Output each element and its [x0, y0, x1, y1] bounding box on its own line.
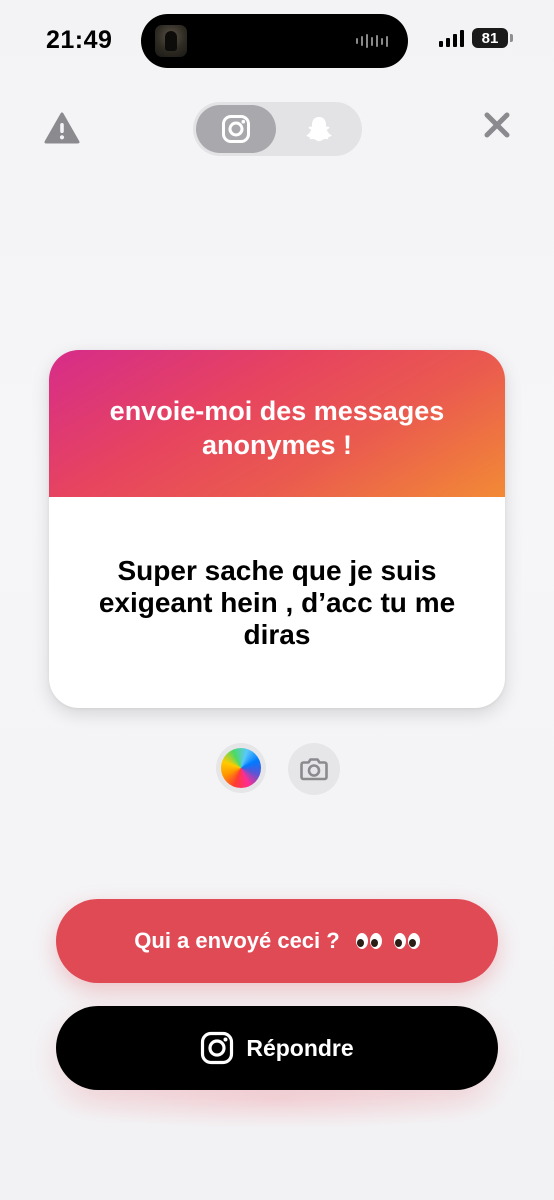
snapchat-ghost-icon: [306, 117, 332, 142]
card-prompt: envoie-moi des messages anonymes !: [109, 395, 445, 460]
camera-icon: [300, 758, 328, 781]
battery-indicator: 81: [472, 28, 513, 48]
toggle-snapchat[interactable]: [279, 105, 359, 153]
close-button[interactable]: [480, 108, 514, 142]
report-button[interactable]: [42, 108, 82, 148]
cellular-signal-icon: [439, 29, 464, 47]
card-body: Super sache que je suis exigeant hein , …: [49, 497, 505, 708]
color-wheel-icon: [221, 748, 261, 788]
toggle-instagram[interactable]: [196, 105, 276, 153]
platform-toggle: [193, 102, 362, 156]
reply-label: Répondre: [246, 1034, 354, 1061]
audio-waveform-icon: [356, 33, 388, 49]
who-sent-label: Qui a envoyé ceci ?: [134, 928, 340, 953]
status-bar: 21:49 81: [0, 0, 554, 84]
reply-button[interactable]: Répondre: [56, 1006, 498, 1090]
question-card: envoie-moi des messages anonymes ! Super…: [49, 350, 505, 708]
instagram-icon: [222, 115, 250, 143]
color-picker-button[interactable]: [216, 743, 266, 793]
eyes-emoji: [355, 933, 420, 949]
message-screen: 21:49 81 envoie-moi des messages anonyme…: [0, 0, 554, 1200]
now-playing-thumbnail: [155, 25, 187, 57]
close-x-icon: [484, 112, 510, 138]
dynamic-island: [141, 14, 408, 68]
camera-button[interactable]: [288, 743, 340, 795]
status-indicators: 81: [439, 28, 513, 48]
battery-level: 81: [481, 29, 499, 47]
card-header: envoie-moi des messages anonymes !: [49, 350, 505, 497]
anonymous-message: Super sache que je suis exigeant hein , …: [98, 555, 456, 650]
instagram-icon: [201, 1031, 234, 1065]
status-time: 21:49: [46, 26, 113, 54]
who-sent-button[interactable]: Qui a envoyé ceci ?: [56, 899, 498, 983]
warning-triangle-icon: [44, 112, 80, 144]
